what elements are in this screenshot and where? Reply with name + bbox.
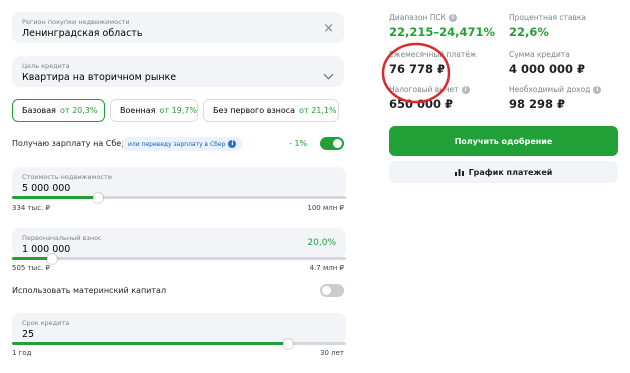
- term-max: 30 лет: [320, 349, 344, 357]
- info-icon[interactable]: i: [593, 86, 602, 94]
- term-field[interactable]: Срок кредита 25: [12, 313, 346, 343]
- property-cost-slider-thumb[interactable]: [93, 193, 103, 203]
- region-field[interactable]: Регион покупки недвижимости Ленинградска…: [12, 12, 344, 43]
- region-value: Ленинградская область: [22, 28, 143, 39]
- salary-discount: - 1%: [289, 139, 308, 148]
- required-income-label-text: Необходимый доход: [509, 85, 591, 94]
- down-payment-label: Первоначальный взнос: [22, 234, 102, 242]
- down-payment-percent: 20,0%: [307, 238, 336, 248]
- property-cost-slider-fill: [12, 196, 98, 199]
- term-value: 25: [22, 329, 35, 340]
- info-icon[interactable]: i: [228, 140, 237, 148]
- down-payment-slider-thumb[interactable]: [47, 254, 57, 264]
- down-payment-max: 4.7 млн ₽: [309, 264, 344, 272]
- payment-schedule-button[interactable]: График платежей: [389, 161, 618, 183]
- property-cost-max: 100 млн ₽: [307, 204, 344, 212]
- down-payment-slider-fill: [12, 257, 52, 260]
- psk-label-text: Диапазон ПСК: [389, 13, 446, 22]
- psk-value: 22,215–24,471%: [389, 25, 496, 39]
- bar-chart-icon: [454, 169, 464, 176]
- property-cost-label: Стоимость недвижимости: [22, 173, 113, 181]
- region-label: Регион покупки недвижимости: [22, 18, 130, 26]
- down-payment-min: 505 тыс. ₽: [12, 264, 50, 272]
- property-cost-min: 334 тыс. ₽: [12, 204, 50, 212]
- maternity-label: Использовать материнский капитал: [12, 286, 167, 295]
- rate-label: Процентная ставка: [509, 13, 587, 22]
- clear-icon[interactable]: ×: [323, 22, 334, 35]
- required-income-label: Необходимый доход i: [509, 85, 602, 94]
- maternity-toggle[interactable]: [320, 284, 344, 297]
- tab-basic-rate: от 20,3%: [59, 106, 98, 115]
- info-icon[interactable]: i: [461, 86, 470, 94]
- property-cost-field[interactable]: Стоимость недвижимости 5 000 000: [12, 167, 346, 197]
- down-payment-field[interactable]: Первоначальный взнос 1 000 000 20,0%: [12, 228, 346, 258]
- tab-military[interactable]: Военная от 19,7%: [110, 99, 198, 122]
- salary-label: Получаю зарплату на Сбер: [12, 139, 127, 148]
- tab-no-down-payment-rate: от 21,1%: [299, 106, 337, 115]
- loan-amount-label: Сумма кредита: [509, 50, 570, 59]
- term-slider-fill: [12, 342, 289, 345]
- tab-no-down-payment[interactable]: Без первого взноса от 21,1%: [203, 99, 339, 122]
- purpose-label: Цель кредита: [22, 62, 70, 70]
- required-income-value: 98 298 ₽: [509, 97, 566, 111]
- down-payment-value: 1 000 000: [22, 244, 71, 255]
- get-approval-label: Получить одобрение: [454, 136, 553, 146]
- purpose-value: Квартира на вторичном рынке: [22, 72, 177, 83]
- tab-military-rate: от 19,7%: [159, 106, 197, 115]
- toggle-knob: [322, 286, 331, 295]
- term-label: Срок кредита: [22, 319, 70, 327]
- salary-chip[interactable]: или переведу зарплату в Сбер i: [122, 137, 243, 151]
- tab-military-name: Военная: [120, 106, 156, 115]
- info-icon[interactable]: i: [448, 14, 457, 22]
- annotation-circle: [381, 42, 451, 104]
- rate-value: 22,6%: [509, 25, 549, 39]
- property-cost-slider-track[interactable]: [12, 196, 346, 199]
- loan-amount-value: 4 000 000 ₽: [509, 62, 586, 76]
- tab-basic[interactable]: Базовая от 20,3%: [12, 99, 105, 122]
- tab-no-down-payment-name: Без первого взноса: [213, 106, 296, 115]
- salary-toggle[interactable]: [320, 137, 344, 150]
- chevron-down-icon: [323, 69, 334, 80]
- purpose-select[interactable]: Цель кредита Квартира на вторичном рынке: [12, 56, 344, 87]
- get-approval-button[interactable]: Получить одобрение: [389, 126, 618, 156]
- psk-label: Диапазон ПСК i: [389, 13, 457, 22]
- payment-schedule-label: График платежей: [468, 167, 553, 177]
- tab-basic-name: Базовая: [22, 106, 56, 115]
- down-payment-slider-track[interactable]: [12, 257, 346, 260]
- term-min: 1 год: [12, 349, 32, 357]
- salary-chip-label: или переведу зарплату в Сбер: [128, 140, 226, 148]
- toggle-knob: [333, 139, 342, 148]
- term-slider-track[interactable]: [12, 342, 346, 345]
- property-cost-value: 5 000 000: [22, 183, 71, 194]
- term-slider-thumb[interactable]: [283, 339, 293, 349]
